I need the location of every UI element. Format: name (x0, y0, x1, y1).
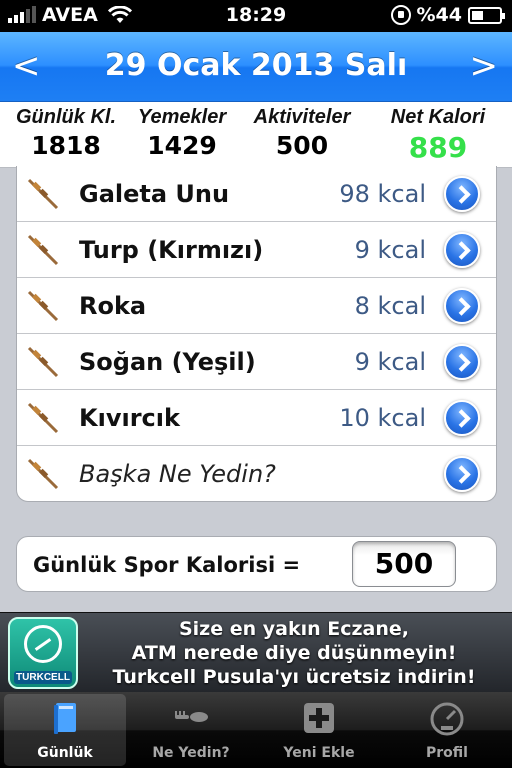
fork-knife-icon (175, 711, 208, 722)
tab-label: Günlük (37, 745, 93, 761)
summary-value: 1429 (147, 131, 217, 160)
food-skewer-icon (27, 458, 59, 490)
summary-value: 500 (275, 131, 329, 160)
battery-percent: %44 (416, 4, 462, 26)
food-row[interactable]: Kıvırcık 10 kcal (17, 390, 496, 446)
food-row[interactable]: Roka 8 kcal (17, 278, 496, 334)
food-skewer-icon (27, 234, 59, 266)
summary-label: Net Kalori (390, 106, 486, 128)
tab-label: Ne Yedin? (152, 745, 230, 761)
rotation-lock-icon (390, 5, 411, 25)
ad-line: Turkcell Pusula'yı ücretsiz indirin! (112, 666, 476, 688)
calorie-summary: Günlük Kl. 1818 Yemekler 1429 Aktivitele… (0, 102, 512, 168)
summary-meals: Yemekler 1429 (130, 106, 234, 160)
detail-disclosure-button[interactable] (444, 176, 480, 212)
food-kcal: 9 kcal (354, 236, 426, 264)
food-name: Galeta Unu (79, 180, 230, 208)
book-icon (54, 703, 76, 734)
food-kcal: 9 kcal (354, 348, 426, 376)
compass-icon (24, 625, 62, 663)
food-list: Galeta Unu 98 kcal Turp (Kırmızı) 9 kcal… (16, 166, 497, 502)
gauge-icon (430, 702, 464, 736)
battery-icon (468, 6, 505, 24)
food-name: Roka (79, 292, 147, 320)
tab-yeni-ekle[interactable]: Yeni Ekle (258, 694, 380, 766)
tab-label: Yeni Ekle (283, 745, 355, 761)
food-skewer-icon (27, 402, 59, 434)
turkcell-logo: TURKCELL (8, 617, 78, 689)
food-skewer-icon (27, 290, 59, 322)
ad-line: Size en yakın Eczane, (178, 618, 410, 640)
summary-daily-calories: Günlük Kl. 1818 (6, 106, 126, 160)
date-nav-bar: < 29 Ocak 2013 Salı > (0, 32, 512, 102)
food-name: Kıvırcık (79, 404, 180, 432)
food-row[interactable]: Soğan (Yeşil) 9 kcal (17, 334, 496, 390)
detail-disclosure-button[interactable] (444, 456, 480, 492)
sport-calories-label: Günlük Spor Kalorisi = (33, 553, 301, 577)
tab-profil[interactable]: Profil (386, 694, 508, 766)
tab-gunluk[interactable]: Günlük (4, 694, 126, 766)
food-skewer-icon (27, 178, 59, 210)
detail-disclosure-button[interactable] (444, 232, 480, 268)
summary-net-calories: Net Kalori 889 (378, 106, 498, 164)
status-right: %44 (390, 4, 505, 26)
summary-label: Günlük Kl. (16, 106, 116, 128)
summary-label: Aktiviteler (253, 106, 351, 128)
summary-value: 889 (408, 131, 468, 164)
food-row[interactable]: Turp (Kırmızı) 9 kcal (17, 222, 496, 278)
ad-text: Size en yakın Eczane, ATM nerede diye dü… (84, 617, 504, 689)
sport-calories-row: Günlük Spor Kalorisi = 500 (16, 536, 497, 592)
ad-brand: TURKCELL (14, 671, 72, 684)
food-name: Soğan (Yeşil) (79, 348, 256, 376)
tab-bar: Günlük Ne Yedin? Yeni Ekle Profil (0, 692, 512, 768)
status-bar: AVEA 18:29 %44 (0, 0, 512, 32)
food-name: Turp (Kırmızı) (79, 236, 264, 264)
detail-disclosure-button[interactable] (444, 400, 480, 436)
summary-activities: Aktiviteler 500 (244, 106, 360, 160)
add-food-row[interactable]: Başka Ne Yedin? (17, 446, 496, 501)
tab-label: Profil (426, 745, 468, 761)
tab-ne-yedin[interactable]: Ne Yedin? (130, 694, 252, 766)
ad-banner[interactable]: TURKCELL Size en yakın Eczane, ATM nered… (0, 612, 512, 692)
add-food-label: Başka Ne Yedin? (79, 460, 276, 488)
food-kcal: 98 kcal (339, 180, 426, 208)
date-title: 29 Ocak 2013 Salı (104, 48, 408, 83)
food-row[interactable]: Galeta Unu 98 kcal (17, 166, 496, 222)
ad-line: ATM nerede diye düşünmeyin! (131, 642, 457, 664)
food-kcal: 8 kcal (354, 292, 426, 320)
food-kcal: 10 kcal (339, 404, 426, 432)
plus-icon (304, 703, 334, 733)
sport-calories-field[interactable]: 500 (352, 541, 456, 587)
summary-value: 1818 (31, 131, 101, 160)
detail-disclosure-button[interactable] (444, 344, 480, 380)
summary-label: Yemekler (137, 106, 227, 128)
next-day-button[interactable]: > (470, 46, 499, 86)
detail-disclosure-button[interactable] (444, 288, 480, 324)
food-skewer-icon (27, 346, 59, 378)
